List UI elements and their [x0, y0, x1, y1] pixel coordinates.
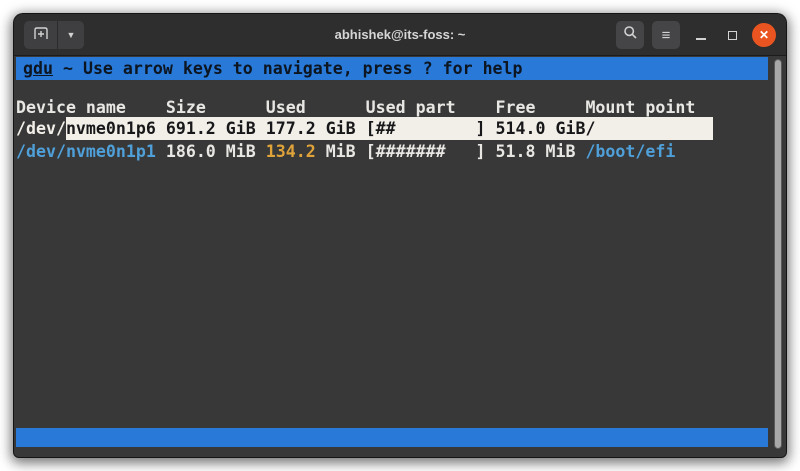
- new-tab-icon: [33, 26, 49, 45]
- mount-point: /: [585, 117, 595, 140]
- hamburger-menu-icon: ≡: [662, 28, 671, 43]
- used-value: 177.2 GiB: [266, 117, 356, 140]
- minimize-icon: [696, 38, 706, 40]
- gdu-status-bar: gdu ~ Use arrow keys to navigate, press …: [16, 57, 768, 80]
- table-header-row: Device name Size Used Used part Free Mou…: [16, 96, 768, 119]
- used-unit: MiB: [326, 140, 356, 163]
- table-row-selected[interactable]: /dev/ nvme0n1p6 691.2 GiB 177.2 GiB [## …: [16, 117, 713, 140]
- titlebar-controls: ≡ ✕: [608, 14, 776, 56]
- header-device-name: Device name: [16, 96, 126, 119]
- terminal-window: abhishek@its-foss: ~ ▼: [14, 14, 786, 457]
- chevron-down-icon: ▼: [67, 30, 76, 40]
- used-part-bar: [## ]: [366, 117, 486, 140]
- device-name: /dev/nvme0n1p1: [16, 140, 156, 163]
- header-size: Size: [166, 96, 206, 119]
- free-value: 51.8 MiB: [496, 140, 576, 163]
- new-tab-button[interactable]: [24, 21, 58, 49]
- device-name: nvme0n1p6: [66, 117, 156, 140]
- header-free: Free: [496, 96, 536, 119]
- tab-button-group: ▼: [24, 21, 84, 49]
- terminal-content[interactable]: gdu ~ Use arrow keys to navigate, press …: [14, 57, 786, 457]
- gdu-app-name: gdu: [23, 59, 53, 78]
- used-part-bar: [####### ]: [366, 140, 486, 163]
- scrollbar-thumb[interactable]: [774, 59, 782, 449]
- device-path-prefix: /dev/: [16, 117, 66, 140]
- maximize-icon: [728, 31, 737, 40]
- mount-point: /boot/efi: [585, 140, 675, 163]
- table-row[interactable]: /dev/nvme0n1p1 186.0 MiB 134.2 MiB [####…: [16, 140, 713, 163]
- used-value: 134.2: [266, 140, 316, 163]
- free-value: 514.0 GiB: [496, 117, 586, 140]
- minimize-button[interactable]: [691, 21, 711, 49]
- tab-dropdown-button[interactable]: ▼: [58, 21, 84, 49]
- size-value: 186.0 MiB: [166, 140, 256, 163]
- header-used-part: Used part: [366, 96, 456, 119]
- gdu-status-message: ~ Use arrow keys to navigate, press ? fo…: [53, 59, 523, 78]
- gdu-bottom-status-bar: [16, 428, 768, 447]
- header-used: Used: [266, 96, 306, 119]
- header-mount-point: Mount point: [585, 96, 695, 119]
- menu-button[interactable]: ≡: [652, 21, 680, 49]
- close-button[interactable]: ✕: [752, 23, 776, 47]
- search-icon: [623, 25, 638, 45]
- maximize-button[interactable]: [722, 21, 742, 49]
- size-value: 691.2 GiB: [166, 117, 256, 140]
- titlebar: abhishek@its-foss: ~ ▼: [14, 14, 786, 56]
- search-button[interactable]: [616, 21, 644, 49]
- close-icon: ✕: [759, 28, 769, 42]
